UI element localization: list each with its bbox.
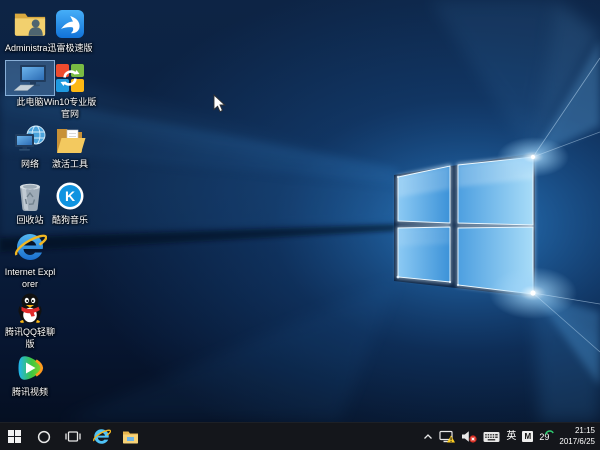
- task-view-button[interactable]: [58, 423, 87, 450]
- kugou-k-circle-icon: K: [56, 182, 84, 210]
- icon-label: 酷狗音乐: [51, 215, 88, 225]
- icon-label: 激活工具: [51, 159, 88, 169]
- svg-text:K: K: [65, 188, 75, 204]
- task-view-icon: [64, 431, 81, 442]
- taskbar: 英 M 29 21:15 2017/6/25: [0, 422, 600, 450]
- clock[interactable]: 21:15 2017/6/25: [559, 426, 595, 447]
- network-globe-monitor-icon: [15, 125, 46, 151]
- cortana-search-button[interactable]: [29, 423, 58, 450]
- file-explorer-task-button[interactable]: [116, 423, 145, 450]
- clock-date: 2017/6/25: [559, 436, 595, 446]
- clock-time: 21:15: [574, 426, 595, 436]
- ie-logo-icon: [93, 429, 111, 444]
- show-hidden-icons-chevron[interactable]: [423, 433, 433, 440]
- system-tray: 英 M 29 21:15 2017/6/25: [423, 423, 600, 450]
- xunlei-bird-icon: [56, 10, 84, 38]
- start-button[interactable]: [0, 423, 29, 450]
- desktop-icon-tencent-video[interactable]: 腾讯视频: [3, 350, 57, 399]
- touch-keyboard-icon[interactable]: [483, 431, 500, 443]
- desktop-icon-internet-explorer[interactable]: Internet Explorer: [3, 228, 57, 290]
- icon-label: 腾讯视频: [11, 387, 48, 397]
- user-folder-icon: [14, 13, 46, 36]
- chevron-up-icon: [424, 434, 433, 439]
- desktop-icon-kugou[interactable]: K 酷狗音乐: [43, 178, 97, 227]
- mouse-cursor: [213, 94, 226, 113]
- desktop-icon-xunlei[interactable]: 迅雷极速版: [43, 6, 97, 55]
- tencent-video-play-icon: [18, 356, 44, 380]
- search-circle-icon: [37, 430, 50, 443]
- icon-label: 腾讯QQ轻聊版: [4, 327, 55, 349]
- icon-label: 回收站: [16, 215, 44, 225]
- internet-explorer-task-button[interactable]: [87, 423, 116, 450]
- icon-label: Internet Explorer: [4, 267, 56, 289]
- network-status-icon[interactable]: [439, 430, 456, 444]
- desktop-icon-qq[interactable]: 腾讯QQ轻聊版: [3, 290, 57, 350]
- ie-logo-icon: [14, 233, 47, 260]
- qq-penguin-icon: [18, 293, 42, 324]
- gauge-widget[interactable]: 29: [539, 430, 555, 442]
- folder-icon: [123, 431, 138, 443]
- folder-with-document-icon: [57, 129, 86, 153]
- icon-label: Win10专业版官网: [43, 97, 97, 119]
- volume-icon[interactable]: [461, 430, 477, 443]
- icon-label: 网络: [20, 159, 39, 169]
- gauge-arc-icon: [545, 430, 555, 435]
- keyboard-icon: [483, 431, 500, 442]
- volume-muted-icon: [462, 431, 477, 443]
- icon-label: 此电脑: [16, 97, 44, 107]
- desktop-icon-activation-tools[interactable]: 激活工具: [43, 122, 97, 171]
- network-warning-icon: [439, 430, 456, 442]
- desktop-icon-win10-site[interactable]: Win10专业版官网: [43, 60, 97, 120]
- computer-monitor-icon: [13, 65, 46, 91]
- four-squares-refresh-icon: [56, 64, 84, 92]
- ime-language-indicator[interactable]: 英: [506, 431, 516, 442]
- icon-label: 迅雷极速版: [47, 43, 93, 53]
- ime-mode-indicator[interactable]: M: [522, 431, 534, 442]
- windows-desktop: Administra... 迅雷极速版 此电脑 Win10专业版官网 网络 激活…: [0, 0, 600, 450]
- recycle-bin-icon: [20, 183, 40, 211]
- windows-logo-icon: [8, 430, 21, 443]
